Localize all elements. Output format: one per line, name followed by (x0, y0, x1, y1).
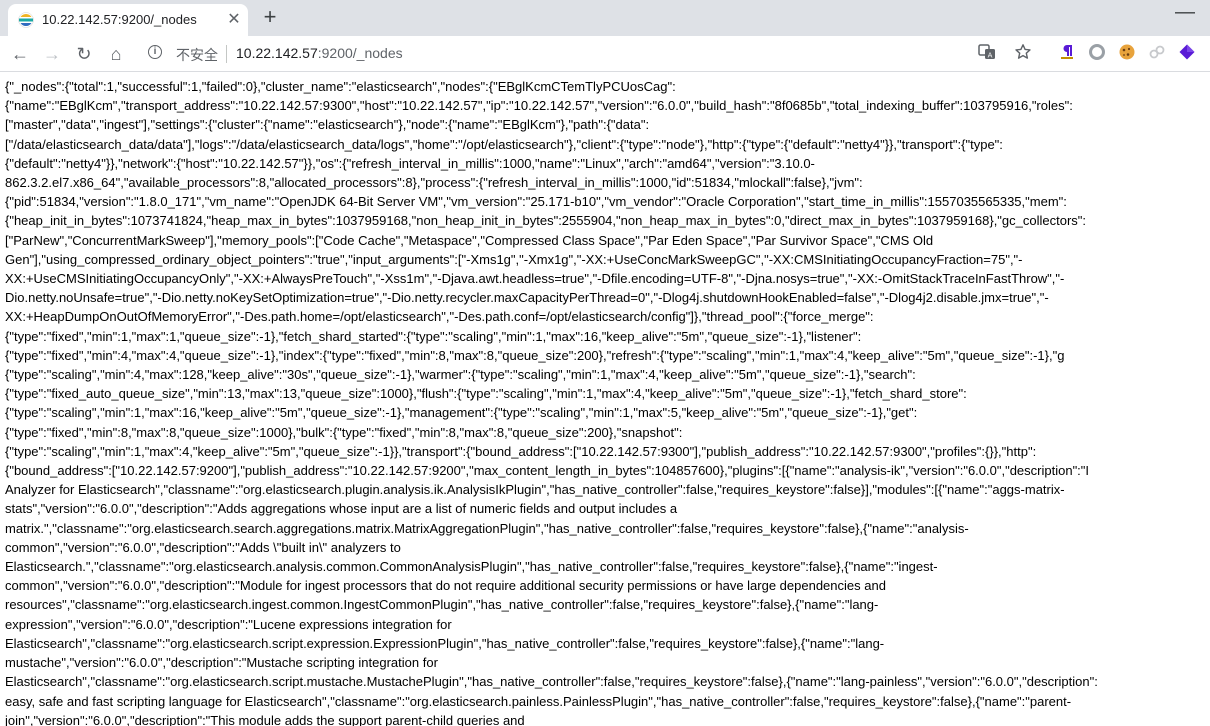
browser-toolbar: ← → ↻ ⌂ i 不安全 10.22.142.57:9200/_nodes A (0, 36, 1210, 72)
json-line: ["ParNew","ConcurrentMarkSweep"],"memory… (5, 232, 934, 248)
json-line: {"heap_init_in_bytes":1073741824,"heap_m… (5, 213, 1087, 229)
json-line: 862.3.2.el7.x86_64","available_processor… (5, 175, 863, 191)
json-response-body: {"_nodes":{"total":1,"successful":1,"fai… (5, 77, 1210, 726)
star-icon[interactable] (1012, 43, 1034, 65)
json-line: {"type":"scaling","min":1,"max":16,"keep… (5, 405, 918, 421)
json-line: Elasticsearch","classname":"org.elastics… (5, 635, 885, 651)
json-line: mustache","version":"6.0.0","description… (5, 655, 438, 671)
json-line: join","version":"6.0.0","description":"T… (5, 712, 525, 726)
reload-button[interactable]: ↻ (72, 42, 96, 66)
json-line: {"type":"fixed","min":1,"max":1,"queue_s… (5, 328, 862, 344)
json-line: XX:+UseCMSInitiatingOccupancyOnly","-XX:… (5, 271, 1065, 287)
json-line: {"type":"fixed","min":4,"max":4,"queue_s… (5, 347, 1065, 363)
json-line: Elasticsearch","classname":"org.elastics… (5, 674, 1098, 690)
home-button[interactable]: ⌂ (104, 42, 128, 66)
cookie-extension-icon[interactable] (1116, 43, 1138, 65)
new-tab-button[interactable]: + (256, 6, 284, 30)
elasticsearch-favicon-icon (18, 12, 34, 28)
address-separator (226, 45, 227, 63)
json-line: expression","version":"6.0.0","descripti… (5, 616, 452, 632)
json-line: Dio.netty.noUnsafe=true","-Dio.netty.noK… (5, 290, 1049, 306)
translate-icon[interactable]: A (976, 43, 998, 65)
json-line: easy, safe and fast scripting language f… (5, 693, 1072, 709)
circle-extension-icon[interactable] (1086, 43, 1108, 65)
diamond-extension-icon[interactable] (1176, 43, 1198, 65)
url-host: 10.22.142.57 (236, 45, 318, 61)
address-bar[interactable]: i 不安全 10.22.142.57:9200/_nodes (134, 40, 966, 68)
json-line: {"_nodes":{"total":1,"successful":1,"fai… (5, 79, 676, 94)
json-line: ["master","data","ingest"],"settings":{"… (5, 117, 650, 133)
info-icon[interactable]: i (148, 45, 162, 59)
link-extension-icon[interactable] (1146, 43, 1168, 65)
browser-tab[interactable]: 10.22.142.57:9200/_nodes ✕ (8, 4, 248, 36)
json-line: {"type":"scaling","min":1,"max":4,"keep_… (5, 443, 1037, 459)
json-line: Gen"],"using_compressed_ordinary_object_… (5, 251, 1023, 267)
json-line: {"name":"EBglKcm","transport_address":"1… (5, 98, 1073, 114)
json-line: matrix.","classname":"org.elasticsearch.… (5, 520, 969, 536)
url-text[interactable]: 10.22.142.57:9200/_nodes (236, 45, 403, 61)
json-line: {"type":"fixed_auto_queue_size","min":13… (5, 386, 967, 402)
json-line: {"bound_address":["10.22.142.57:9200"],"… (5, 463, 1090, 479)
json-line: common","version":"6.0.0","description":… (5, 539, 401, 555)
json-line: stats","version":"6.0.0","description":"… (5, 501, 678, 517)
paragraph-extension-icon[interactable] (1056, 43, 1078, 65)
svg-text:A: A (988, 52, 993, 60)
json-line: Analyzer for Elasticsearch","classname":… (5, 482, 1065, 498)
tab-title: 10.22.142.57:9200/_nodes (42, 12, 197, 27)
json-line: {"default":"netty4"}},"network":{"host":… (5, 155, 815, 171)
json-line: resources","classname":"org.elasticsearc… (5, 597, 879, 613)
tab-strip: 10.22.142.57:9200/_nodes ✕ + — (0, 0, 1210, 36)
security-status[interactable]: 不安全 (176, 45, 218, 65)
json-line: XX:+HeapDumpOnOutOfMemoryError","-Des.pa… (5, 309, 874, 325)
back-button[interactable]: ← (8, 42, 32, 66)
minimize-button[interactable]: — (1170, 0, 1200, 30)
page-content: {"_nodes":{"total":1,"successful":1,"fai… (5, 77, 1210, 726)
url-path: :9200/_nodes (317, 45, 403, 61)
json-line: {"type":"fixed","min":8,"max":8,"queue_s… (5, 424, 683, 440)
forward-button[interactable]: → (40, 42, 64, 66)
json-line: {"pid":51834,"version":"1.8.0_171","vm_n… (5, 194, 1067, 210)
json-line: Elasticsearch.","classname":"org.elastic… (5, 559, 938, 575)
json-line: ["/data/elasticsearch_data/data"],"logs"… (5, 136, 1003, 152)
json-line: common","version":"6.0.0","description":… (5, 578, 886, 594)
tab-close-icon[interactable]: ✕ (224, 10, 244, 30)
json-line: {"type":"scaling","min":4,"max":128,"kee… (5, 367, 916, 383)
